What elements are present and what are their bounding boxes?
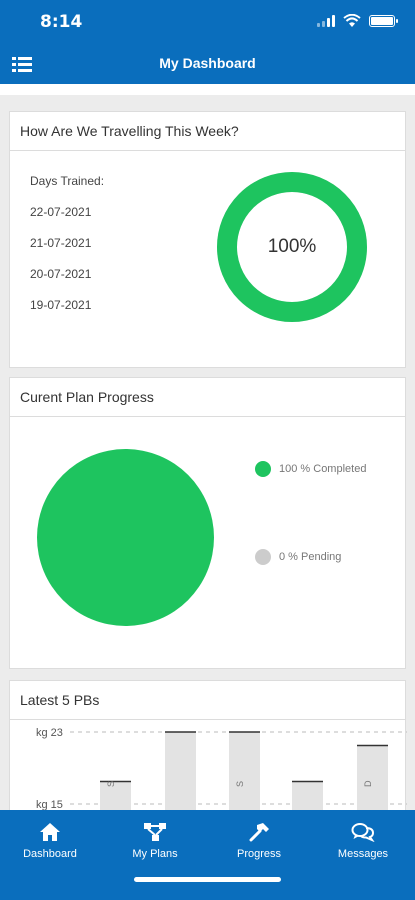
- legend-completed: 100 % Completed: [255, 461, 366, 477]
- weekly-progress-value: 100%: [267, 236, 317, 257]
- tab-progress[interactable]: Progress: [209, 822, 309, 860]
- weekly-training-card: How Are We Travelling This Week? Days Tr…: [9, 111, 406, 368]
- trained-day: 22-07-2021: [30, 205, 92, 219]
- tab-my-plans[interactable]: My Plans: [105, 822, 205, 860]
- completed-legend-label: 100 % Completed: [279, 463, 367, 475]
- page-title: My Dashboard: [159, 55, 256, 71]
- status-icons: [317, 14, 398, 28]
- pb-bar: [357, 745, 388, 810]
- top-strip: [0, 84, 415, 95]
- pb-bar-label: S: [235, 781, 245, 787]
- plan-progress-pie: [37, 449, 214, 626]
- plan-progress-card: Curent Plan Progress 100 % Completed 0 %…: [9, 377, 406, 669]
- pending-legend-dot: [255, 549, 271, 565]
- pb-bar-label: S: [106, 781, 116, 787]
- tab-progress-label: Progress: [236, 848, 282, 860]
- wifi-icon: [343, 14, 361, 27]
- trained-day: 21-07-2021: [30, 236, 92, 250]
- latest-pbs-card: Latest 5 PBs kg 23 kg 15 S S D: [9, 680, 407, 810]
- pending-legend-label: 0 % Pending: [279, 551, 342, 563]
- pb-card-title: Latest 5 PBs: [10, 681, 405, 720]
- status-bar: 8:14: [0, 0, 415, 44]
- hammer-icon: [249, 823, 269, 842]
- pb-bar: [165, 732, 196, 810]
- plan-card-title: Curent Plan Progress: [10, 378, 405, 417]
- trained-day: 19-07-2021: [30, 298, 92, 312]
- y-tick-label: kg 15: [36, 799, 63, 810]
- completed-legend-dot: [255, 461, 271, 477]
- bottom-tab-bar: Dashboard My Plans Progress Messages: [0, 810, 415, 900]
- tab-messages-label: Messages: [337, 848, 389, 860]
- tab-my-plans-label: My Plans: [132, 848, 178, 860]
- tab-messages[interactable]: Messages: [313, 822, 413, 860]
- cellular-signal-icon: [317, 15, 335, 27]
- tab-dashboard-label: Dashboard: [23, 848, 77, 860]
- app-header: My Dashboard: [0, 44, 415, 84]
- dashboard-content[interactable]: How Are We Travelling This Week? Days Tr…: [0, 84, 415, 810]
- y-tick-label: kg 23: [36, 727, 63, 739]
- days-trained-label: Days Trained:: [30, 174, 105, 188]
- home-icon: [40, 823, 60, 841]
- status-time: 8:14: [40, 12, 83, 32]
- pb-bar: [292, 781, 323, 810]
- pb-bar: [229, 732, 260, 810]
- tab-dashboard[interactable]: Dashboard: [0, 822, 100, 860]
- chat-bubbles-icon: [351, 823, 375, 842]
- home-indicator: [134, 877, 281, 882]
- legend-pending: 0 % Pending: [255, 549, 341, 565]
- trained-day: 20-07-2021: [30, 267, 92, 281]
- battery-icon: [369, 15, 398, 27]
- pb-bar-chart: kg 23 kg 15 S S D: [36, 727, 407, 810]
- days-trained-list: Days Trained: 22-07-2021 21-07-2021 20-0…: [30, 174, 104, 329]
- pb-bar-label: D: [363, 780, 373, 787]
- completed-slice: [37, 449, 214, 626]
- plans-network-icon: [144, 823, 166, 841]
- weekly-card-title: How Are We Travelling This Week?: [10, 112, 405, 151]
